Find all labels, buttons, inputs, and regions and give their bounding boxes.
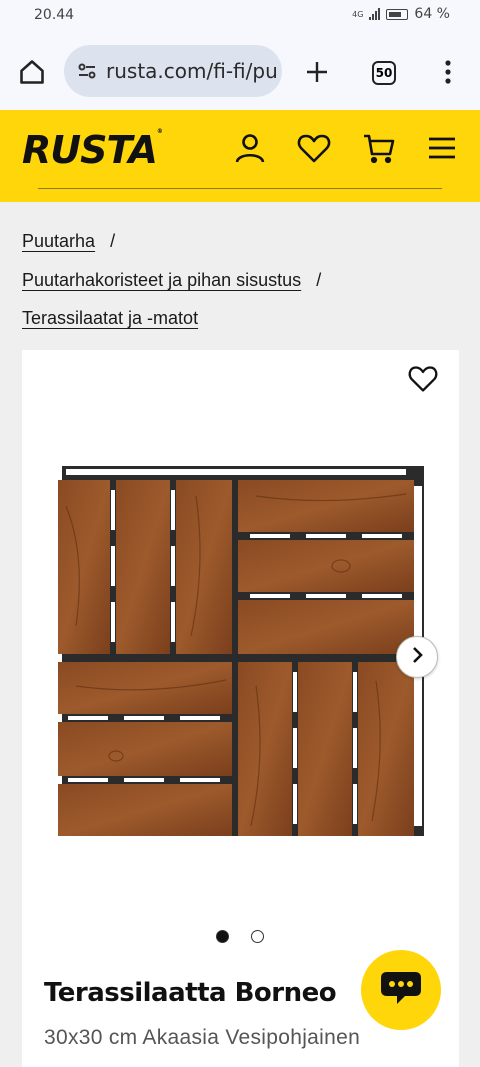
chat-bubble-icon xyxy=(379,968,423,1013)
tab-count: 50 xyxy=(372,61,396,85)
breadcrumb-link-puutarhakoristeet[interactable]: Puutarhakoristeet ja pihan sisustus xyxy=(22,270,301,290)
url-text: rusta.com/fi-fi/pu xyxy=(106,59,278,83)
cart-icon[interactable] xyxy=(361,130,397,166)
breadcrumb-separator: / xyxy=(316,269,322,290)
product-title[interactable]: Terassilaatta Borneo xyxy=(44,978,337,1008)
product-image[interactable] xyxy=(56,466,442,842)
address-bar[interactable]: rusta.com/fi-fi/pu xyxy=(64,45,282,97)
breadcrumb-row: Puutarha / xyxy=(22,222,321,261)
pagination-dot[interactable] xyxy=(251,930,264,943)
product-subtitle: 30x30 cm Akaasia Vesipohjainen xyxy=(44,1026,361,1049)
breadcrumb-row: Terassilaatat ja -matot xyxy=(22,299,321,338)
more-menu-icon[interactable] xyxy=(436,56,460,88)
breadcrumb-link-terassilaatat[interactable]: Terassilaatat ja -matot xyxy=(22,308,198,328)
status-time: 20.44 xyxy=(34,7,75,23)
account-icon[interactable] xyxy=(232,130,268,166)
header-divider xyxy=(38,188,442,189)
breadcrumb-row: Puutarhakoristeet ja pihan sisustus / xyxy=(22,261,321,300)
tab-switcher-button[interactable]: 50 xyxy=(369,58,399,88)
status-indicators: 4G 64 % xyxy=(352,6,450,22)
battery-level: 64 % xyxy=(414,6,450,22)
site-header: RUSTA® xyxy=(0,110,480,202)
hamburger-menu-icon[interactable] xyxy=(425,130,461,166)
new-tab-icon[interactable] xyxy=(301,56,333,88)
battery-icon xyxy=(386,8,409,20)
breadcrumb-separator: / xyxy=(110,231,116,251)
rusta-logo[interactable]: RUSTA® xyxy=(22,128,163,172)
wishlist-icon[interactable] xyxy=(296,130,332,166)
site-settings-icon[interactable] xyxy=(76,60,98,82)
breadcrumb-link-puutarha[interactable]: Puutarha xyxy=(22,231,95,251)
browser-toolbar: rusta.com/fi-fi/pu 50 xyxy=(0,32,480,110)
signal-icon xyxy=(369,8,381,20)
status-bar: 20.44 4G 64 % xyxy=(0,0,480,32)
next-image-button[interactable] xyxy=(396,636,438,678)
chat-button[interactable] xyxy=(361,950,441,1030)
favorite-heart-icon[interactable] xyxy=(407,364,439,394)
pagination-dot-active[interactable] xyxy=(216,930,229,943)
home-icon[interactable] xyxy=(16,56,48,88)
chevron-right-icon xyxy=(409,646,425,669)
breadcrumb: Puutarha / Puutarhakoristeet ja pihan si… xyxy=(22,222,321,338)
image-pagination xyxy=(216,930,264,943)
network-type: 4G xyxy=(352,9,364,19)
